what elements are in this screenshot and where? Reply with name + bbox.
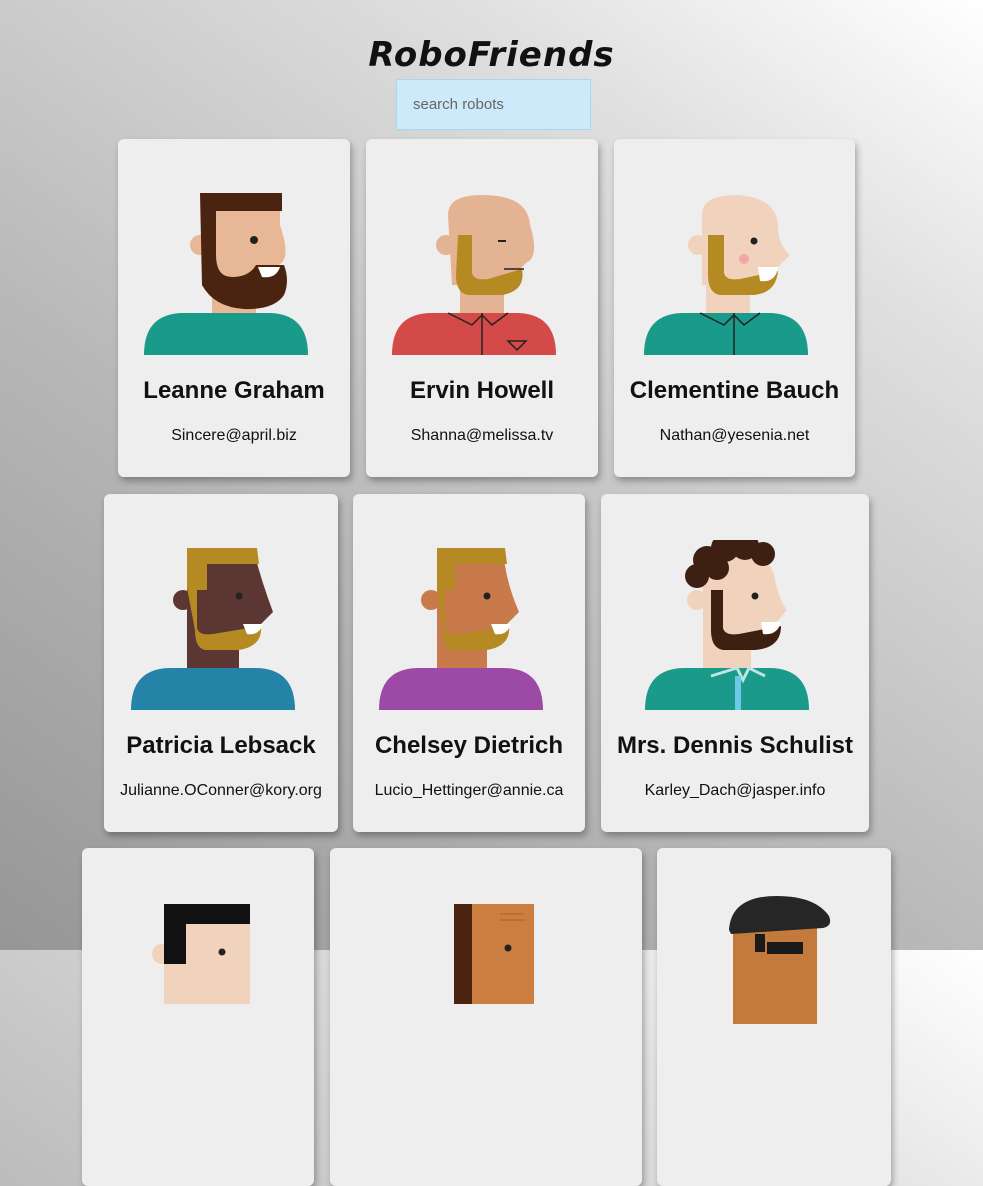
- robot-name: Leanne Graham: [143, 377, 325, 404]
- robot-name: Ervin Howell: [409, 377, 555, 404]
- robot-avatar-image: [392, 195, 556, 355]
- search-input[interactable]: [396, 79, 591, 130]
- robot-avatar-image: [645, 540, 809, 710]
- robot-card[interactable]: [82, 848, 314, 1186]
- robot-card[interactable]: [657, 848, 891, 1186]
- app-title: RoboFriends: [368, 34, 615, 75]
- robot-avatar-image: [144, 193, 308, 355]
- robot-avatar-image: [379, 548, 543, 710]
- robot-name: Clementine Bauch: [629, 377, 840, 404]
- robot-card[interactable]: Patricia Lebsack Julianne.OConner@kory.o…: [104, 494, 338, 832]
- robot-card[interactable]: Chelsey Dietrich Lucio_Hettinger@annie.c…: [353, 494, 585, 832]
- robot-avatar-image: [152, 904, 250, 1004]
- robot-avatar-image: [729, 896, 831, 1024]
- robot-card[interactable]: Ervin Howell Shanna@melissa.tv: [366, 139, 598, 477]
- robot-name: Chelsey Dietrich: [374, 732, 564, 759]
- robot-email: Shanna@melissa.tv: [410, 427, 554, 444]
- robot-avatar-image: [644, 195, 808, 355]
- robot-email: Lucio_Hettinger@annie.ca: [374, 782, 564, 799]
- robot-email: Julianne.OConner@kory.org: [120, 782, 322, 799]
- robot-name: Patricia Lebsack: [126, 732, 316, 759]
- robot-avatar-image: [131, 548, 295, 710]
- robot-email: Nathan@yesenia.net: [659, 427, 810, 444]
- robot-avatar-image: [454, 904, 534, 1004]
- robot-card[interactable]: [330, 848, 642, 1186]
- robot-email: Sincere@april.biz: [171, 427, 297, 444]
- robot-name: Mrs. Dennis Schulist: [616, 732, 854, 759]
- robot-email: Karley_Dach@jasper.info: [644, 782, 826, 799]
- robot-card[interactable]: Leanne Graham Sincere@april.biz: [118, 139, 350, 477]
- robot-card[interactable]: Clementine Bauch Nathan@yesenia.net: [614, 139, 855, 477]
- robot-card[interactable]: Mrs. Dennis Schulist Karley_Dach@jasper.…: [601, 494, 869, 832]
